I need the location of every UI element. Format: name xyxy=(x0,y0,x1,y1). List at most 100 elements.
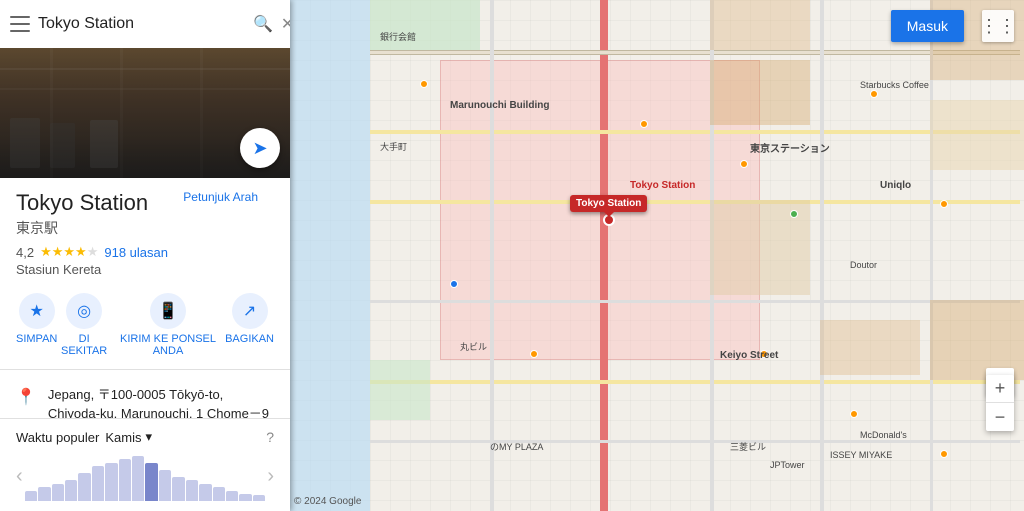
close-icon[interactable]: ✕ xyxy=(281,14,290,34)
pin-label: Tokyo Station xyxy=(570,195,647,212)
rating-row: 4,2 ★★★★★ 918 ulasan xyxy=(16,244,274,260)
road-h2 xyxy=(370,130,1020,134)
address-text: Jepang, 〒100-0005 Tōkyō-to, Chiyoda-ku, … xyxy=(48,386,274,418)
chart-bar-14 xyxy=(213,487,225,501)
search-input[interactable] xyxy=(38,15,245,33)
poi-4 xyxy=(530,350,538,358)
map-label-my-plaza: のMY PLAZA xyxy=(490,440,543,453)
save-button[interactable]: ★ SIMPAN xyxy=(16,293,57,357)
chart-bar-11 xyxy=(172,477,184,501)
poi-3 xyxy=(450,280,458,288)
zoom-out-button[interactable]: − xyxy=(986,403,1014,431)
poi-2 xyxy=(640,120,648,128)
nearby-icon: ◎ xyxy=(66,293,102,329)
day-selector[interactable]: Kamis ▾ xyxy=(105,429,152,445)
star-rating: ★★★★★ xyxy=(40,244,98,260)
road-h5 xyxy=(370,380,1020,384)
chart-bar-5 xyxy=(92,466,104,501)
road-h1 xyxy=(370,50,1020,55)
map-label-mitsubishi: 三菱ビル xyxy=(730,440,766,453)
place-name-row: Tokyo Station 東京駅 Petunjuk Arah xyxy=(16,190,274,238)
times-navigation: ‹ › xyxy=(16,451,274,501)
place-type: Stasiun Kereta xyxy=(16,262,274,277)
map-label-starbucks: Starbucks Coffee xyxy=(860,80,929,90)
chart-prev-arrow[interactable]: ‹ xyxy=(16,465,23,488)
place-name-english: Tokyo Station xyxy=(16,190,148,216)
search-icon[interactable]: 🔍 xyxy=(253,14,273,34)
chart-bar-7 xyxy=(119,459,131,501)
send-label: KIRIM KE PONSEL ANDA xyxy=(111,333,225,357)
popular-times-label: Waktu populer xyxy=(16,430,99,445)
address-row: 📍 Jepang, 〒100-0005 Tōkyō-to, Chiyoda-ku… xyxy=(0,378,290,418)
search-bar: 🔍 ✕ xyxy=(0,0,290,48)
location-icon: 📍 xyxy=(16,387,36,407)
poi-1 xyxy=(420,80,428,88)
map-label-2: 大手町 xyxy=(380,140,407,153)
sidebar: 🔍 ✕ ➤ Tokyo Station xyxy=(0,0,290,511)
road-v3 xyxy=(820,0,824,511)
directions-link[interactable]: Petunjuk Arah xyxy=(183,190,258,204)
popularity-chart xyxy=(23,451,268,501)
review-count[interactable]: 918 ulasan xyxy=(104,245,168,260)
hamburger-icon[interactable] xyxy=(10,14,30,34)
chart-bar-4 xyxy=(78,473,90,501)
chart-bar-15 xyxy=(226,491,238,501)
map-label-yaesu: 東京ステーション xyxy=(750,140,830,155)
chart-bar-6 xyxy=(105,463,117,501)
chart-bar-0 xyxy=(25,491,37,501)
main-road-vertical xyxy=(600,0,608,511)
water-area xyxy=(290,0,370,511)
action-buttons: ★ SIMPAN ◎ DI SEKITAR 📱 KIRIM KE PONSEL … xyxy=(0,285,290,370)
attribution-text: © 2024 Google xyxy=(294,496,361,507)
map-area[interactable]: Tokyo Station 銀行会館 大手町 Marunouchi Buildi… xyxy=(290,0,1024,511)
map-label-jp: JPTower xyxy=(770,460,805,470)
zoom-in-button[interactable]: + xyxy=(986,375,1014,403)
map-label-tokyo-station: Tokyo Station xyxy=(630,180,695,191)
save-icon: ★ xyxy=(19,293,55,329)
map-label-3: 丸ビル xyxy=(460,340,487,353)
chart-bar-3 xyxy=(65,480,77,501)
chart-next-arrow[interactable]: › xyxy=(267,465,274,488)
masuk-button[interactable]: Masuk xyxy=(891,10,964,42)
map-label-keiyo: Keiyo Street xyxy=(720,350,778,361)
chart-bar-2 xyxy=(52,484,64,501)
map-controls: + − xyxy=(986,375,1014,431)
poi-5 xyxy=(740,160,748,168)
chart-bar-9 xyxy=(145,463,157,501)
place-name-japanese: 東京駅 xyxy=(16,218,148,238)
road-v1 xyxy=(490,0,494,511)
info-list: 📍 Jepang, 〒100-0005 Tōkyō-to, Chiyoda-ku… xyxy=(0,370,290,418)
chevron-down-icon: ▾ xyxy=(145,429,152,445)
chart-bar-16 xyxy=(239,494,251,501)
place-photo: ➤ xyxy=(0,48,290,178)
save-label: SIMPAN xyxy=(16,333,57,345)
popular-times-help-icon[interactable]: ? xyxy=(266,429,274,445)
poi-11 xyxy=(940,450,948,458)
poi-8 xyxy=(850,410,858,418)
map-pin[interactable]: Tokyo Station xyxy=(570,195,647,226)
app-grid-icon[interactable]: ⋮⋮ xyxy=(982,10,1014,42)
building-block-2 xyxy=(710,60,810,125)
map-label-uniqlo: Uniqlo xyxy=(880,180,911,191)
map-label-1: 銀行会館 xyxy=(380,30,416,43)
road-h3 xyxy=(370,200,1020,204)
nearby-label: DI SEKITAR xyxy=(57,333,111,357)
chart-bar-8 xyxy=(132,456,144,501)
nearby-button[interactable]: ◎ DI SEKITAR xyxy=(57,293,111,357)
map-label-mcdonalds: McDonald's xyxy=(860,430,907,440)
share-label: BAGIKAN xyxy=(225,333,274,345)
building-block-4 xyxy=(820,320,920,375)
map-background: Tokyo Station 銀行会館 大手町 Marunouchi Buildi… xyxy=(290,0,1024,511)
rating-value: 4,2 xyxy=(16,245,34,260)
map-attribution: © 2024 Google xyxy=(294,496,361,507)
send-to-phone-button[interactable]: 📱 KIRIM KE PONSEL ANDA xyxy=(111,293,225,357)
chart-bar-13 xyxy=(199,484,211,501)
send-icon: 📱 xyxy=(150,293,186,329)
share-button[interactable]: ↗ BAGIKAN xyxy=(225,293,274,357)
park-area-2 xyxy=(370,360,430,420)
directions-button[interactable]: ➤ xyxy=(240,128,280,168)
poi-6 xyxy=(790,210,798,218)
chart-bar-1 xyxy=(38,487,50,501)
chart-bar-12 xyxy=(186,480,198,501)
map-label-doutor: Doutor xyxy=(850,260,877,270)
